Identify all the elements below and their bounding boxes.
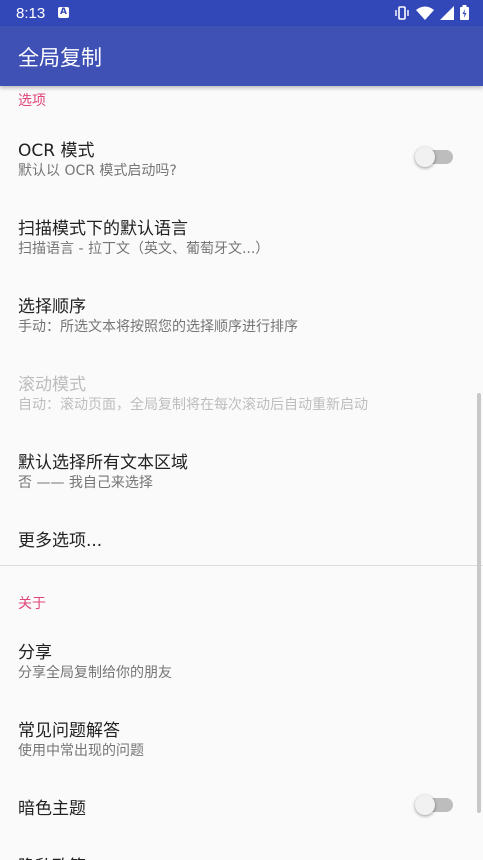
pref-title: 滚动模式 <box>18 375 86 395</box>
app-bar: 全局复制 <box>0 26 483 86</box>
pref-more-options[interactable]: 更多选项... <box>0 516 483 564</box>
signal-icon <box>440 5 454 20</box>
pref-title: 暗色主题 <box>18 799 86 819</box>
pref-summary: 使用中常出现的问题 <box>18 743 144 759</box>
battery-icon <box>460 5 469 20</box>
wifi-icon <box>416 6 434 20</box>
pref-summary: 默认以 OCR 模式启动吗? <box>18 163 177 179</box>
pref-ocr-mode[interactable]: OCR 模式 默认以 OCR 模式启动吗? <box>0 126 483 194</box>
scrollbar[interactable] <box>477 393 481 813</box>
ocr-mode-switch[interactable] <box>415 147 453 167</box>
switch-knob <box>415 795 435 815</box>
pref-faq[interactable]: 常见问题解答 使用中常出现的问题 <box>0 706 483 774</box>
section-header-about: 关于 <box>18 596 46 612</box>
status-bar: 8:13 A <box>0 0 483 26</box>
pref-summary: 扫描语言 - 拉丁文（英文、葡萄牙文...） <box>18 241 270 257</box>
pref-scan-language[interactable]: 扫描模式下的默认语言 扫描语言 - 拉丁文（英文、葡萄牙文...） <box>0 204 483 272</box>
pref-title: 隐私政策 <box>18 852 86 860</box>
settings-list[interactable]: 选项 OCR 模式 默认以 OCR 模式启动吗? 扫描模式下的默认语言 扫描语言… <box>0 86 483 860</box>
section-divider <box>0 565 483 566</box>
pref-summary: 分享全局复制给你的朋友 <box>18 665 172 681</box>
pref-summary: 手动：所选文本将按照您的选择顺序进行排序 <box>18 319 298 335</box>
pref-title: 更多选项... <box>18 531 103 551</box>
pref-selection-order[interactable]: 选择顺序 手动：所选文本将按照您的选择顺序进行排序 <box>0 282 483 350</box>
pref-title: OCR 模式 <box>18 141 95 161</box>
pref-title: 扫描模式下的默认语言 <box>18 219 188 239</box>
pref-summary: 否 —— 我自己来选择 <box>18 475 153 491</box>
dark-theme-switch[interactable] <box>415 795 453 815</box>
section-header-options: 选项 <box>18 93 46 109</box>
pref-scroll-mode: 滚动模式 自动：滚动页面，全局复制将在每次滚动后自动重新启动 <box>0 360 483 428</box>
pref-privacy-policy[interactable]: 隐私政策 <box>0 842 483 860</box>
switch-knob <box>415 147 435 167</box>
status-icons <box>394 5 469 20</box>
pref-title: 默认选择所有文本区域 <box>18 453 188 473</box>
vibrate-icon <box>395 5 409 20</box>
pref-select-all[interactable]: 默认选择所有文本区域 否 —— 我自己来选择 <box>0 438 483 506</box>
a-notification-icon: A <box>58 7 69 18</box>
pref-title: 分享 <box>18 643 52 663</box>
pref-dark-theme[interactable]: 暗色主题 <box>0 784 483 832</box>
pref-title: 常见问题解答 <box>18 721 120 741</box>
status-time: 8:13 <box>16 5 46 22</box>
pref-title: 选择顺序 <box>18 297 86 317</box>
pref-summary: 自动：滚动页面，全局复制将在每次滚动后自动重新启动 <box>18 397 368 413</box>
pref-share[interactable]: 分享 分享全局复制给你的朋友 <box>0 628 483 696</box>
app-title: 全局复制 <box>18 46 102 70</box>
